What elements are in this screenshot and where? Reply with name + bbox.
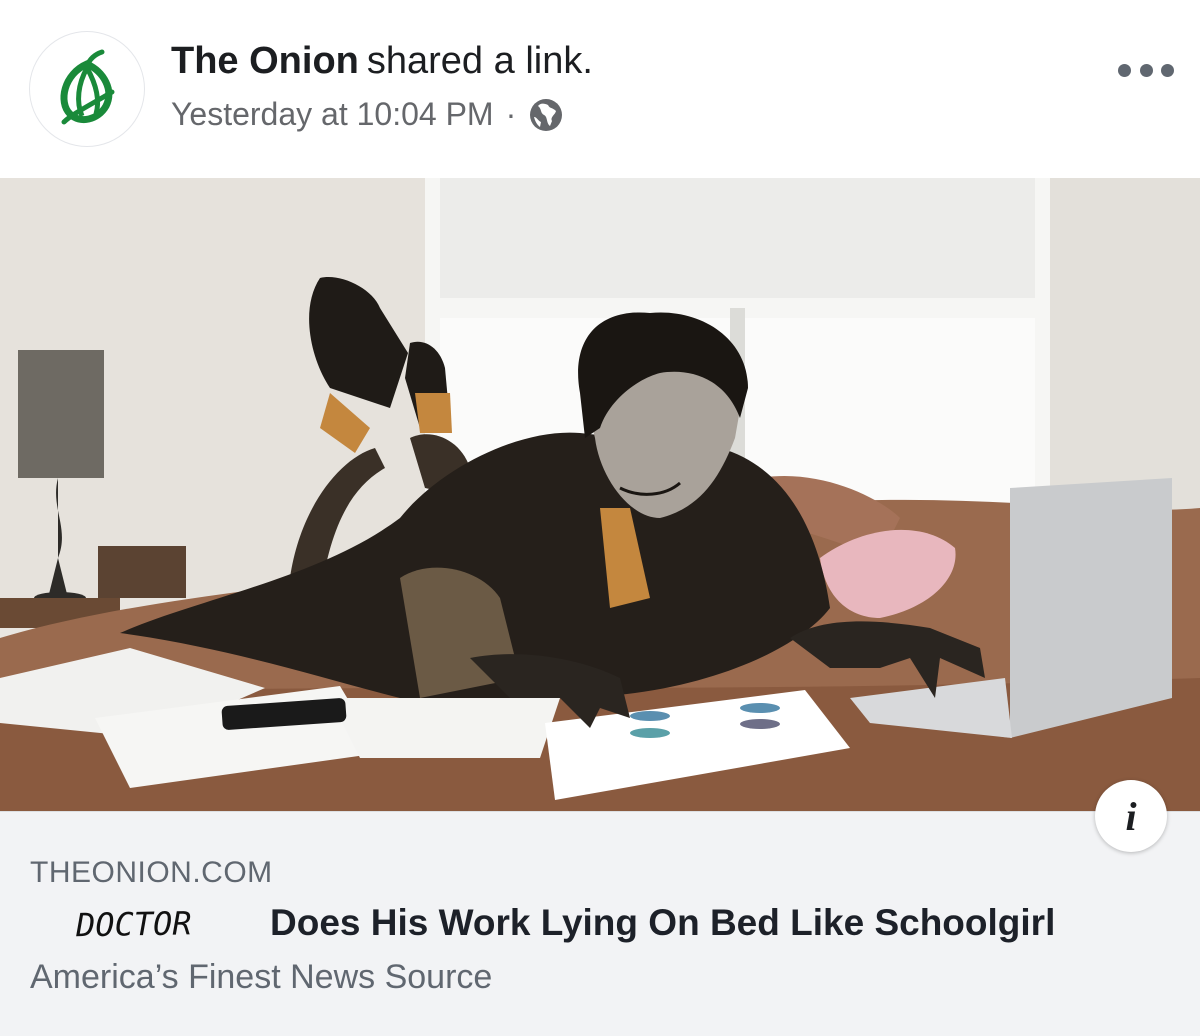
info-button[interactable]: i — [1095, 780, 1167, 852]
more-options-button[interactable] — [1118, 56, 1174, 84]
handwritten-annotation: DOCTOR — [75, 904, 192, 945]
link-description: America’s Finest News Source — [30, 958, 493, 996]
more-dot — [1139, 63, 1153, 77]
author-name[interactable]: The Onion — [171, 40, 359, 82]
link-domain: THEONION.COM — [30, 856, 273, 889]
page-avatar[interactable] — [30, 32, 144, 146]
onion-logo-icon — [60, 49, 115, 125]
post-timestamp[interactable]: Yesterday at 10:04 PM — [171, 96, 494, 133]
post-meta: Yesterday at 10:04 PM · — [171, 96, 564, 133]
post-header: The Onion shared a link. Yesterday at 10:… — [0, 0, 1200, 178]
more-dot — [1161, 63, 1174, 77]
link-preview-image[interactable] — [0, 178, 1200, 811]
post-header-line: The Onion shared a link. — [171, 40, 593, 83]
link-title-text: Does His Work Lying On Bed Like Schoolgi… — [270, 902, 1056, 943]
post-action-text: shared a link. — [366, 40, 593, 82]
link-preview-card[interactable]: THEONION.COM DOCTOR Does His Work Lying O… — [0, 811, 1200, 1036]
link-title[interactable]: DOCTOR Does His Work Lying On Bed Like Sc… — [30, 902, 1180, 944]
more-dot — [1118, 63, 1131, 77]
meta-separator: · — [505, 96, 517, 132]
bedroom-illustration — [0, 178, 1200, 811]
globe-icon[interactable] — [528, 97, 564, 133]
